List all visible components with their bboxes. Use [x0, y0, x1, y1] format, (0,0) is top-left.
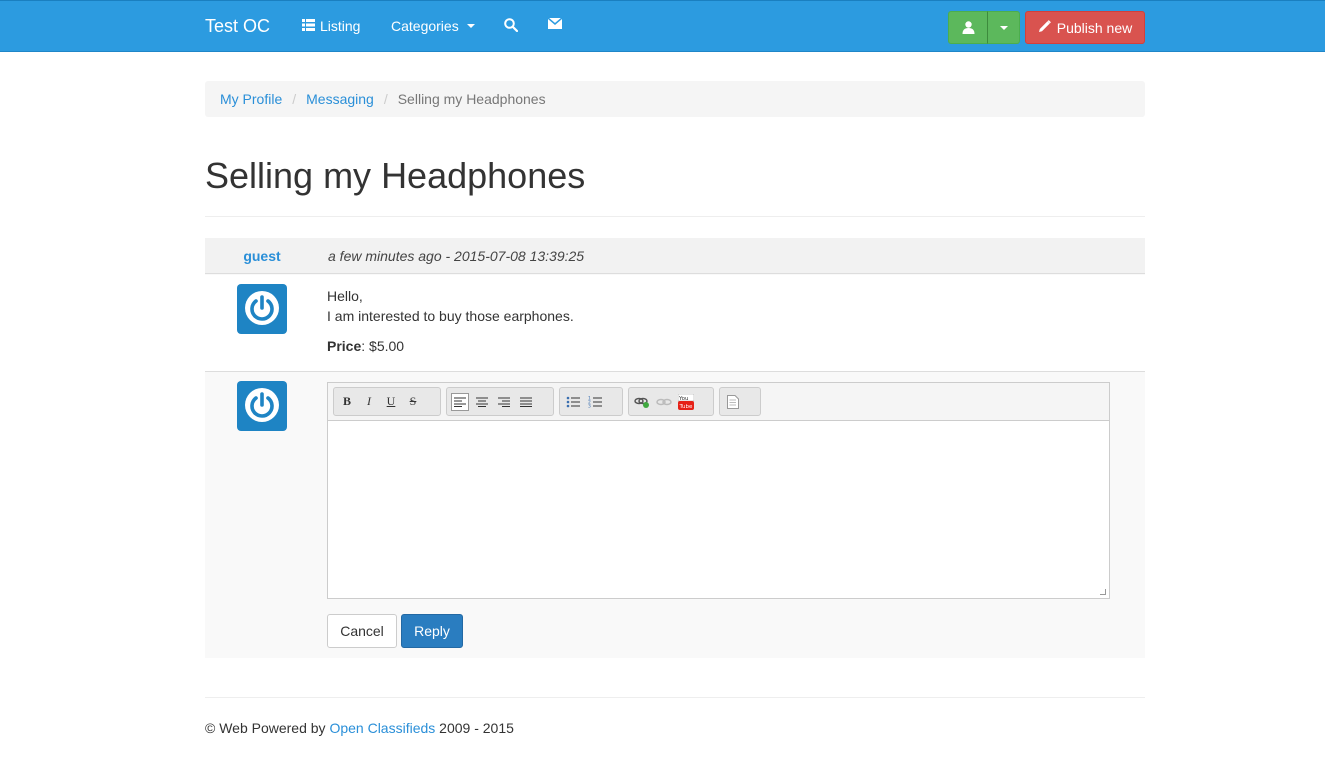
- envelope-icon[interactable]: [548, 18, 562, 29]
- nav-categories-dropdown[interactable]: Categories: [391, 18, 475, 34]
- svg-text:3: 3: [588, 403, 591, 408]
- editor-text-area[interactable]: [328, 421, 1109, 598]
- top-navbar: Test OC Listing Categories Publish new: [0, 0, 1325, 52]
- bullet-list-icon[interactable]: [564, 393, 582, 411]
- footer-suffix: 2009 - 2015: [439, 720, 514, 736]
- breadcrumb: My Profile / Messaging / Selling my Head…: [205, 81, 1145, 117]
- nav-categories-label: Categories: [391, 18, 459, 34]
- youtube-icon[interactable]: You Tube: [677, 393, 695, 411]
- footer: © Web Powered by Open Classifieds 2009 -…: [205, 720, 514, 736]
- resize-handle[interactable]: [1100, 589, 1106, 595]
- message-body: Hello, I am interested to buy those earp…: [205, 275, 1145, 372]
- svg-text:Tube: Tube: [679, 404, 694, 410]
- unlink-icon[interactable]: [655, 393, 673, 411]
- pencil-icon: [1038, 19, 1051, 36]
- caret-down-icon: [466, 24, 475, 28]
- caret-down-icon: [999, 25, 1008, 30]
- align-center-icon[interactable]: [473, 393, 491, 411]
- breadcrumb-separator: /: [292, 91, 297, 107]
- user-menu-toggle[interactable]: [987, 11, 1020, 44]
- underline-icon[interactable]: U: [382, 393, 400, 411]
- breadcrumb-my-profile[interactable]: My Profile: [220, 91, 282, 107]
- message-header: guest a few minutes ago - 2015-07-08 13:…: [205, 238, 1145, 274]
- reply-editor: B I U S 123 You Tube: [327, 382, 1110, 599]
- breadcrumb-messaging[interactable]: Messaging: [306, 91, 374, 107]
- user-menu-button[interactable]: [948, 11, 988, 44]
- nav-listing[interactable]: Listing: [302, 18, 360, 34]
- source-icon[interactable]: [724, 393, 742, 411]
- message-author-link[interactable]: guest: [205, 248, 319, 264]
- breadcrumb-current: Selling my Headphones: [397, 91, 546, 107]
- align-left-icon[interactable]: [451, 392, 469, 411]
- message-date: a few minutes ago - 2015-07-08 13:39:25: [328, 248, 585, 264]
- message-line: Hello,: [327, 288, 363, 304]
- publish-new-button[interactable]: Publish new: [1025, 11, 1145, 44]
- justify-icon[interactable]: [517, 393, 535, 411]
- nav-listing-label: Listing: [320, 18, 361, 34]
- price-label: Price: [327, 338, 362, 354]
- divider: [205, 216, 1145, 217]
- brand-logo[interactable]: Test OC: [205, 16, 270, 37]
- bold-icon[interactable]: B: [338, 393, 356, 411]
- toolbar-group-insert: You Tube: [628, 387, 714, 416]
- footer-link[interactable]: Open Classifieds: [329, 720, 435, 736]
- list-icon: [302, 18, 315, 34]
- footer-divider: [205, 697, 1145, 698]
- message-text: Hello, I am interested to buy those earp…: [327, 286, 574, 356]
- price-value: : $5.00: [361, 338, 405, 354]
- numbered-list-icon[interactable]: 123: [586, 393, 604, 411]
- power-icon: [244, 290, 280, 329]
- user-icon: [962, 21, 975, 37]
- reply-avatar: [237, 381, 287, 431]
- search-icon[interactable]: [504, 18, 518, 32]
- message-line: I am interested to buy those earphones.: [327, 308, 574, 324]
- cancel-button[interactable]: Cancel: [327, 614, 397, 648]
- toolbar-group-lists: 123: [559, 387, 623, 416]
- avatar: [237, 284, 287, 334]
- editor-toolbar: B I U S 123 You Tube: [328, 383, 1109, 421]
- italic-icon[interactable]: I: [360, 393, 378, 411]
- footer-prefix: © Web Powered by: [205, 720, 326, 736]
- publish-new-label: Publish new: [1056, 19, 1133, 36]
- page-title: Selling my Headphones: [205, 155, 586, 196]
- reply-button[interactable]: Reply: [401, 614, 463, 648]
- message-price: Price: $5.00: [327, 336, 574, 356]
- toolbar-group-align: [446, 387, 554, 416]
- breadcrumb-separator: /: [383, 91, 388, 107]
- toolbar-group-source: [719, 387, 761, 416]
- align-right-icon[interactable]: [495, 393, 513, 411]
- power-icon: [244, 387, 280, 426]
- toolbar-group-format: B I U S: [333, 387, 441, 416]
- message-thread: guest a few minutes ago - 2015-07-08 13:…: [205, 238, 1145, 658]
- strikethrough-icon[interactable]: S: [404, 393, 422, 411]
- link-icon[interactable]: [633, 393, 651, 411]
